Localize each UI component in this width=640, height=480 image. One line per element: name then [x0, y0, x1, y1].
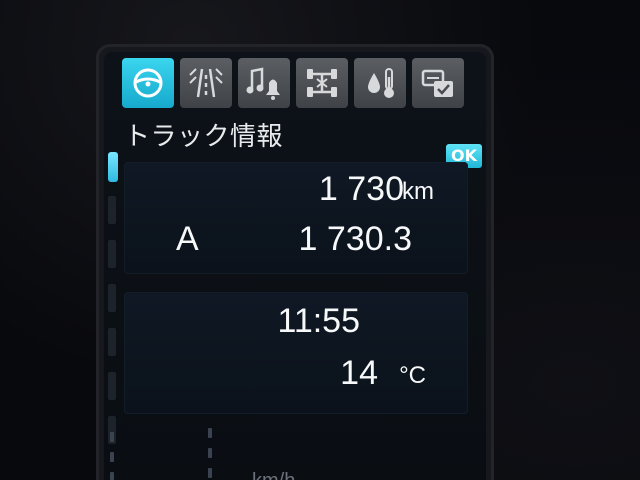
menu-tab-bar	[122, 58, 464, 108]
settings-check-icon	[421, 69, 453, 97]
tab-climate[interactable]	[354, 58, 406, 108]
scroll-segment	[108, 372, 116, 400]
odometer-unit: km	[402, 178, 434, 205]
axle-config-icon	[307, 69, 337, 97]
gauge-tick-column	[110, 432, 114, 480]
scroll-segment	[108, 196, 116, 224]
clock-time: 11:55	[277, 302, 360, 340]
tab-media-alerts[interactable]	[238, 58, 290, 108]
speed-unit: km/h	[252, 470, 295, 480]
temperature-drop-icon	[368, 68, 394, 98]
odometer-value: 1 730	[318, 170, 404, 208]
scroll-thumb	[108, 152, 118, 182]
steering-wheel-icon	[133, 68, 163, 98]
tab-settings[interactable]	[412, 58, 464, 108]
scroll-segment	[108, 284, 116, 312]
tab-driver-assist[interactable]	[180, 58, 232, 108]
outside-temperature-unit: °C	[399, 362, 426, 389]
scroll-segment	[108, 240, 116, 268]
lane-assist-icon	[189, 68, 223, 98]
trip-meter-value: 1 730.3	[298, 220, 412, 258]
instrument-display: トラック情報 OK 1 730 km A 1 730.3 11:55 14 °C…	[104, 52, 486, 480]
speedometer-gauge: km/h	[104, 424, 486, 480]
trip-meter-label: A	[176, 220, 199, 258]
outside-temperature-value: 14	[340, 354, 378, 392]
scroll-segment	[108, 328, 116, 356]
tab-vehicle-config[interactable]	[296, 58, 348, 108]
tab-truck-info[interactable]	[122, 58, 174, 108]
gauge-tick-column	[208, 428, 212, 480]
section-title: トラック情報	[124, 122, 284, 152]
time-temperature-panel: 11:55 14 °C	[124, 292, 468, 414]
odometer-panel: 1 730 km A 1 730.3	[124, 162, 468, 274]
music-bell-icon	[246, 67, 280, 100]
